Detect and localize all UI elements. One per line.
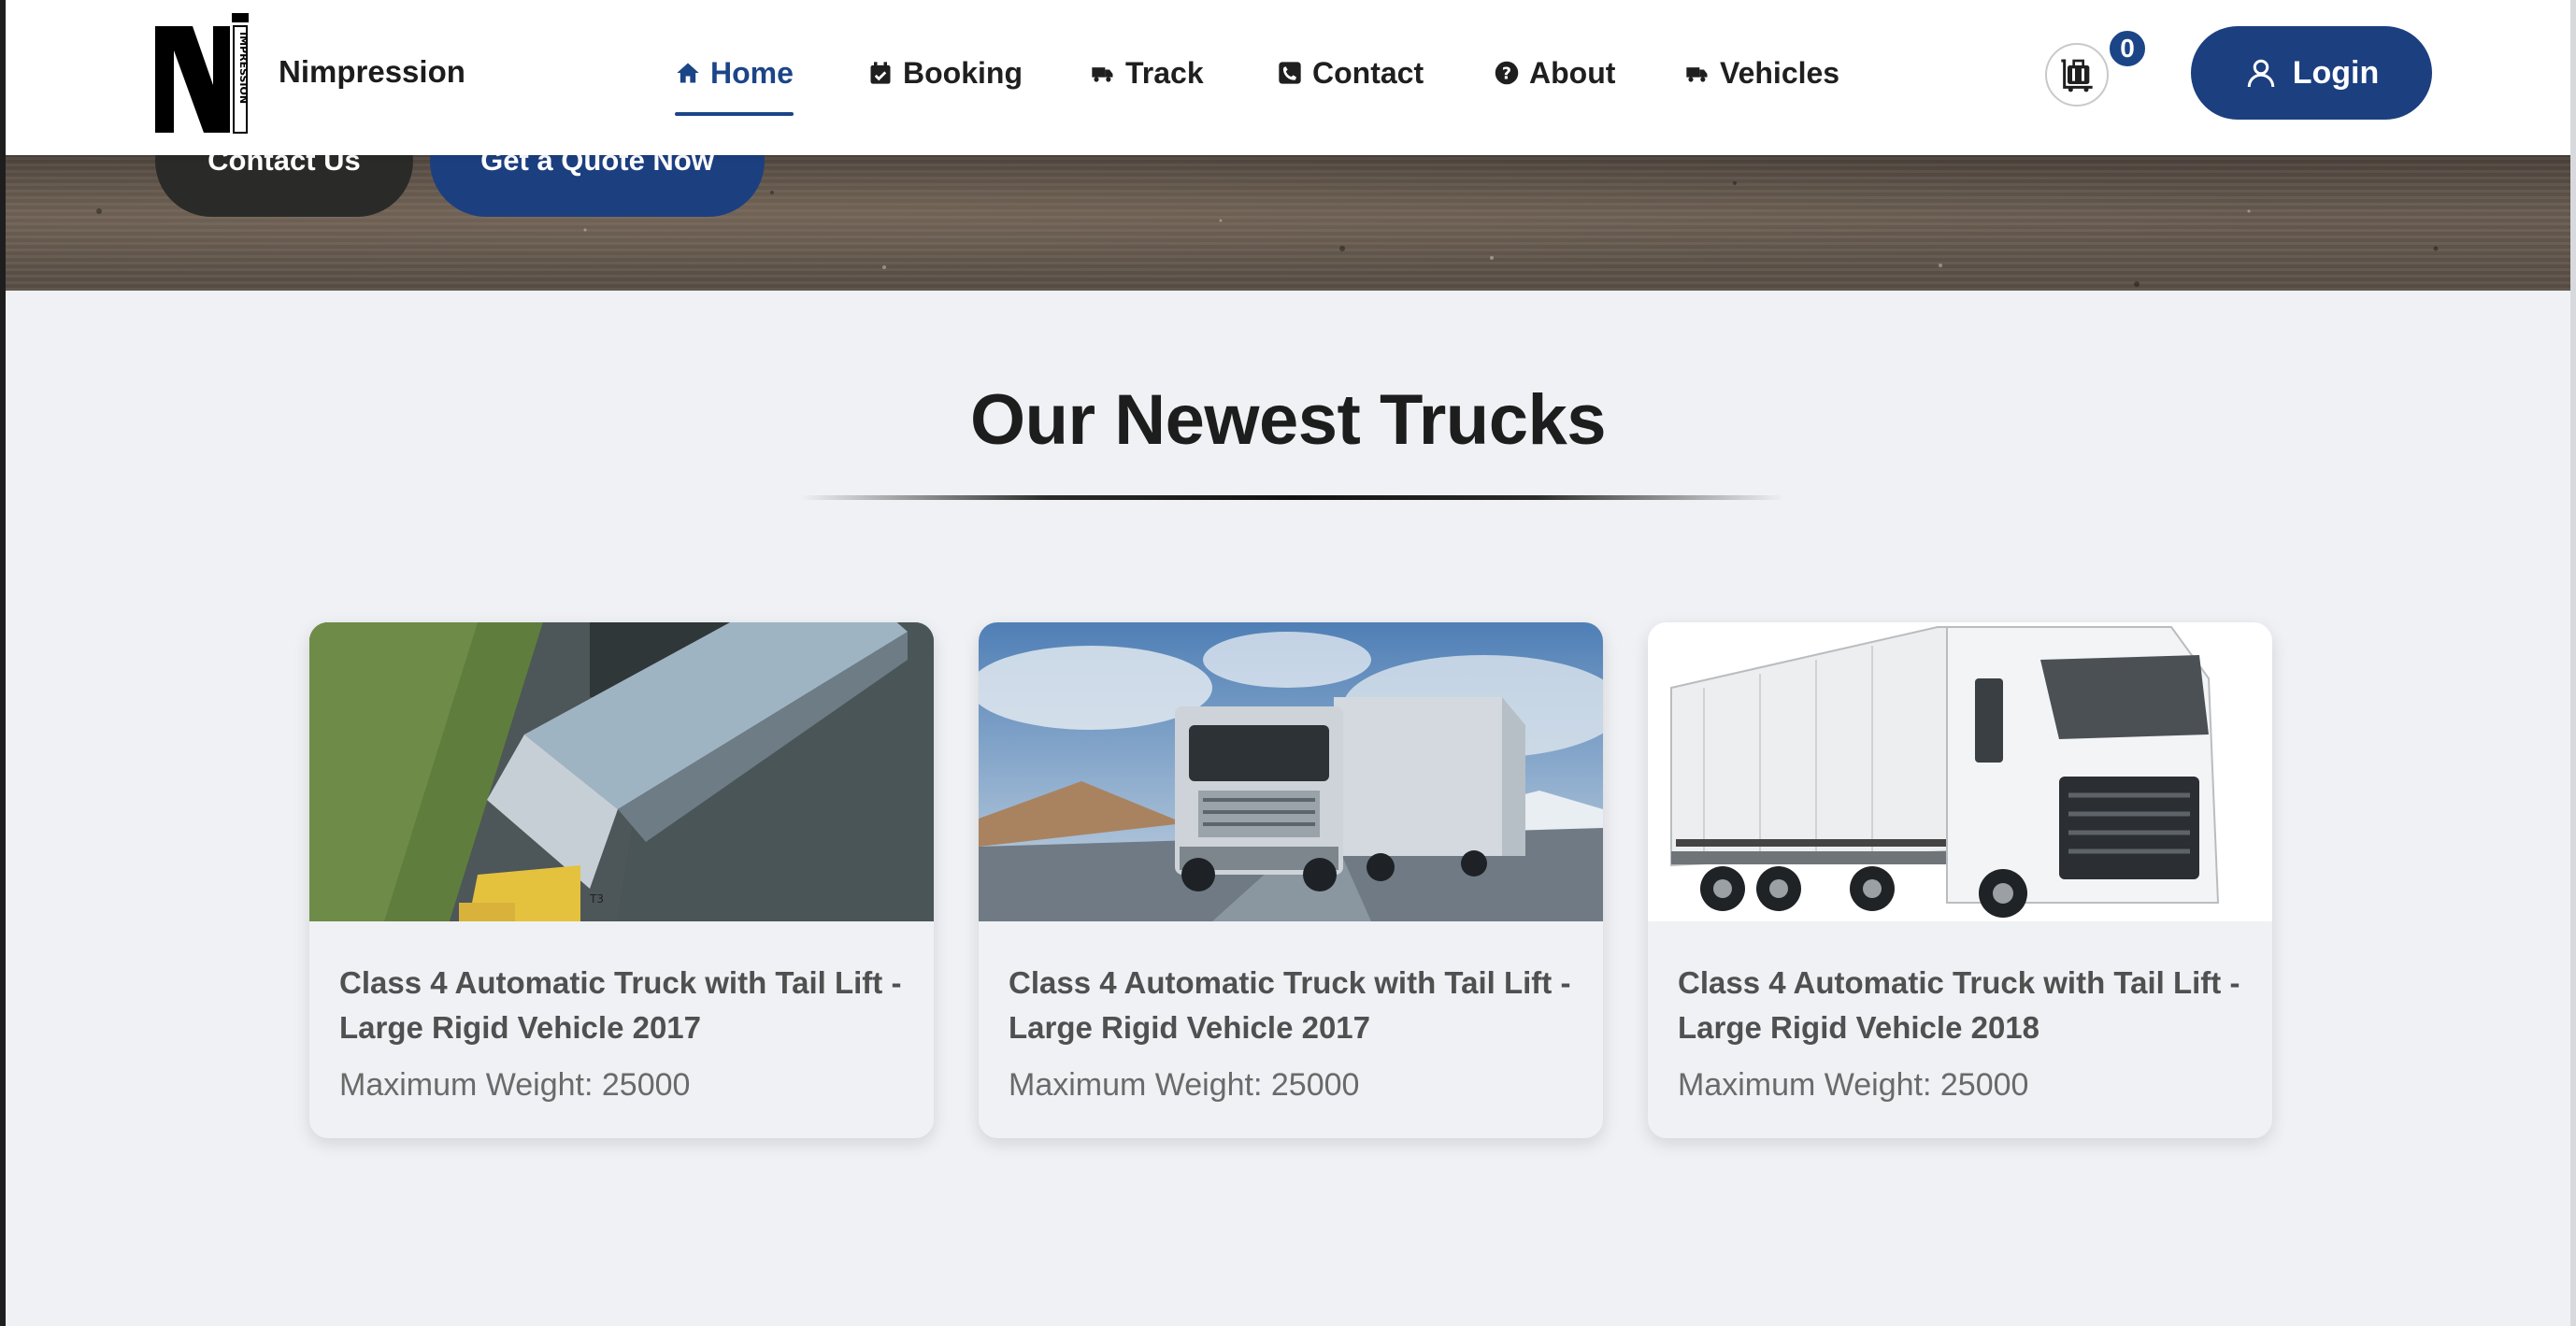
nav-contact[interactable]: Contact <box>1277 52 1424 93</box>
truck-image-white-curtain <box>1648 622 2272 921</box>
truck-card-weight: Maximum Weight: 25000 <box>1009 1067 1360 1103</box>
nav-vehicles-label: Vehicles <box>1720 55 1840 90</box>
nav-track[interactable]: Track <box>1090 52 1204 93</box>
nav-booking-label: Booking <box>903 55 1023 90</box>
truck-image-silver-semi <box>979 622 1603 921</box>
active-nav-indicator <box>675 112 794 116</box>
svg-text:?: ? <box>1502 64 1511 83</box>
truck-card-title: Class 4 Automatic Truck with Tail Lift -… <box>339 965 902 1045</box>
title-divider <box>800 495 1783 500</box>
brand-logo[interactable]: IMPRESSION <box>155 13 250 135</box>
home-icon <box>677 63 699 83</box>
login-button[interactable]: Login <box>2191 26 2432 120</box>
truck-card[interactable]: Class 4 Automatic Truck with Tail Lift -… <box>1648 622 2272 1138</box>
truck-card-title: Class 4 Automatic Truck with Tail Lift -… <box>1678 965 2240 1045</box>
truck-image-aerial-trailer: T3 <box>309 622 934 921</box>
login-label: Login <box>2292 54 2380 91</box>
svg-text:T3: T3 <box>589 892 604 905</box>
user-icon <box>2247 59 2274 88</box>
truck-card[interactable]: Class 4 Automatic Truck with Tail Lift -… <box>979 622 1603 1138</box>
truck-card-weight: Maximum Weight: 25000 <box>339 1067 691 1103</box>
nav-contact-label: Contact <box>1312 55 1424 90</box>
logo-text: IMPRESSION <box>237 32 249 104</box>
window-edge <box>0 0 6 1326</box>
cart-button[interactable] <box>2045 43 2109 107</box>
truck-card-weight: Maximum Weight: 25000 <box>1678 1067 2029 1103</box>
scrollbar[interactable] <box>2570 0 2576 1326</box>
nav-track-label: Track <box>1125 55 1204 90</box>
nav-booking[interactable]: Booking <box>867 52 1023 93</box>
truck-fast-icon <box>1092 67 1113 82</box>
site-header: IMPRESSION Nimpression Home Booking Trac… <box>6 0 2570 155</box>
nav-home[interactable]: Home <box>675 52 794 116</box>
nav-home-label: Home <box>710 55 794 90</box>
brand-name[interactable]: Nimpression <box>279 54 465 90</box>
luggage-cart-icon <box>2061 59 2093 93</box>
truck-fast-icon <box>1686 67 1708 82</box>
truck-card[interactable]: T3 Class 4 Automatic Truck with Tail Lif… <box>309 622 934 1138</box>
calendar-check-icon <box>870 62 891 84</box>
nav-vehicles[interactable]: Vehicles <box>1684 52 1839 93</box>
nav-about-label: About <box>1529 55 1616 90</box>
nav-about[interactable]: ? About <box>1494 52 1615 93</box>
cart-count-badge: 0 <box>2107 28 2148 69</box>
phone-icon <box>1279 62 1301 84</box>
truck-card-title: Class 4 Automatic Truck with Tail Lift -… <box>1009 965 1571 1045</box>
question-circle-icon: ? <box>1495 61 1519 85</box>
section-title: Our Newest Trucks <box>970 380 1607 460</box>
